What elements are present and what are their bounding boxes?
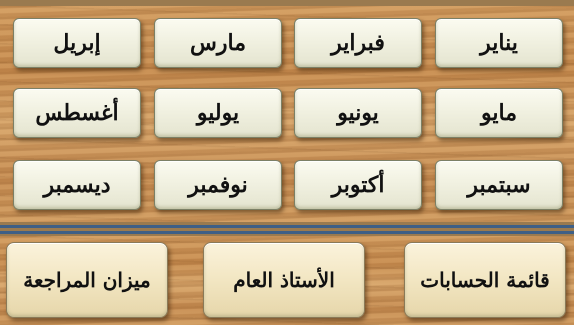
panel-divider-bottom — [0, 231, 574, 234]
month-button-april[interactable]: إبريل — [13, 18, 141, 68]
month-button-october[interactable]: أكتوبر — [294, 160, 422, 210]
month-button-march[interactable]: مارس — [154, 18, 282, 68]
trial-balance-button[interactable]: ميزان المراجعة — [6, 242, 168, 318]
panel-divider-top — [0, 225, 574, 228]
month-button-august[interactable]: أغسطس — [13, 88, 141, 138]
month-button-january[interactable]: يناير — [435, 18, 563, 68]
general-ledger-button[interactable]: الأستاذ العام — [203, 242, 365, 318]
month-button-june[interactable]: يونيو — [294, 88, 422, 138]
month-button-february[interactable]: فبراير — [294, 18, 422, 68]
month-button-september[interactable]: سبتمبر — [435, 160, 563, 210]
month-button-july[interactable]: يوليو — [154, 88, 282, 138]
accounts-list-button[interactable]: قائمة الحسابات — [404, 242, 566, 318]
month-button-may[interactable]: مايو — [435, 88, 563, 138]
month-button-december[interactable]: ديسمبر — [13, 160, 141, 210]
month-button-november[interactable]: نوفمبر — [154, 160, 282, 210]
